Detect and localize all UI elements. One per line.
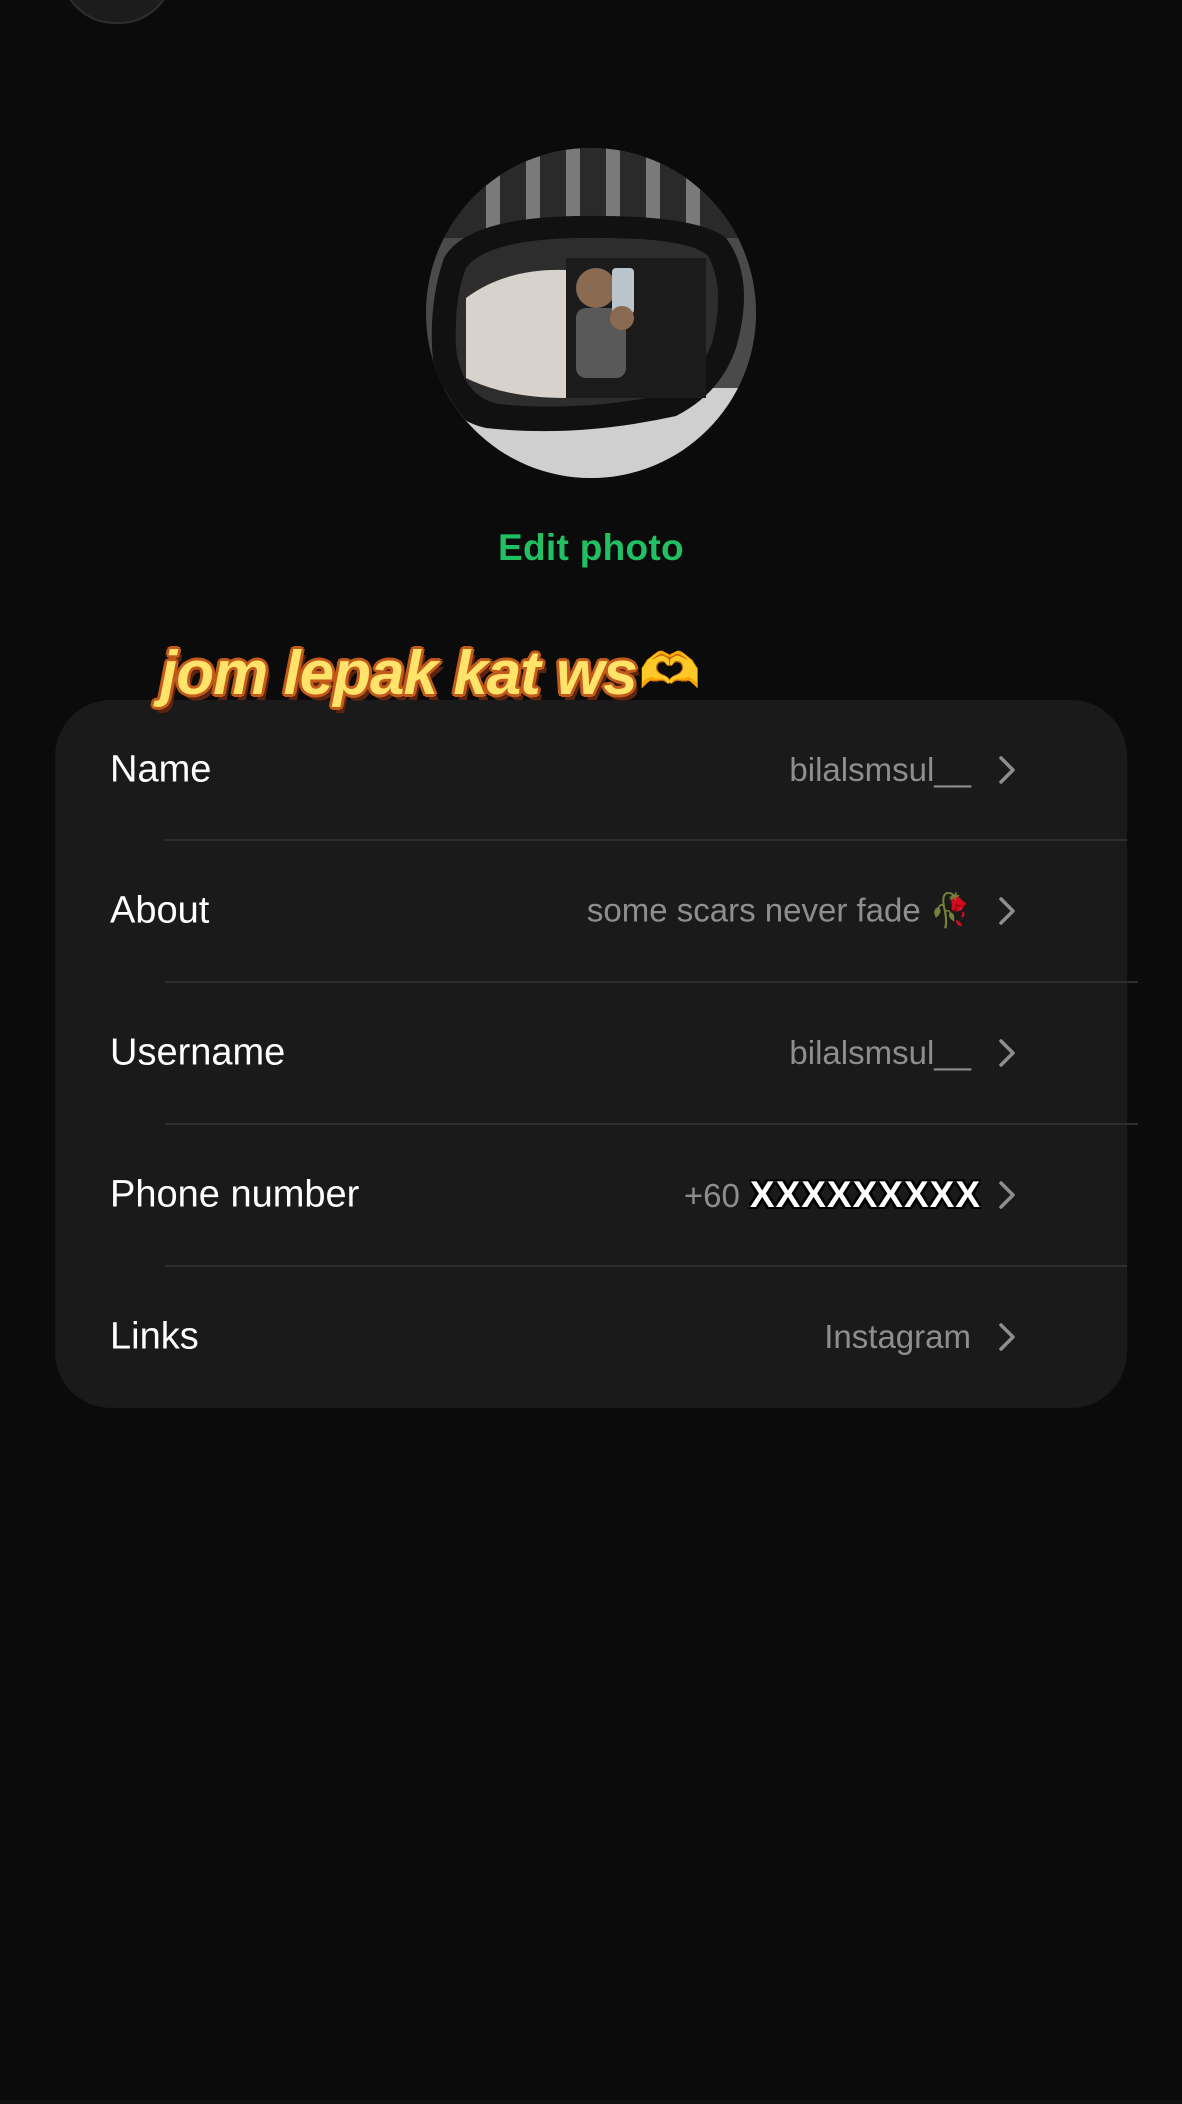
links-label: Links [110, 1315, 199, 1358]
edit-photo-link[interactable]: Edit photo [0, 527, 1182, 569]
home-indicator [0, 2100, 1182, 2104]
profile-info-card: Name bilalsmsul__ About some scars never… [55, 700, 1138, 1408]
sticker-text: jom lepak kat ws [160, 639, 638, 708]
phone-number-value: +60 XXXXXXXXX [684, 1174, 981, 1216]
phone-number-row[interactable]: Phone number +60 XXXXXXXXX [55, 1125, 1127, 1265]
about-value: some scars never fade 🥀 [586, 891, 971, 929]
chevron-right-icon [999, 756, 1015, 784]
sticker-overlay: jom lepak kat ws🫶 [160, 638, 701, 709]
heart-hands-emoji: 🫶 [638, 643, 701, 699]
name-label: Name [110, 748, 212, 791]
phone-number-label: Phone number [110, 1173, 360, 1216]
links-row[interactable]: Links Instagram [55, 1267, 1127, 1407]
username-value: bilalsmsul__ [789, 1034, 971, 1071]
about-row[interactable]: About some scars never fade 🥀 [55, 841, 1127, 981]
username-row[interactable]: Username bilalsmsul__ [55, 983, 1127, 1123]
profile-screen: Edit photo jom lepak kat ws🫶 Name bilals… [0, 0, 1182, 2104]
phone-redacted: XXXXXXXXX [749, 1174, 981, 1215]
name-value: bilalsmsul__ [789, 751, 971, 788]
profile-photo-image [426, 148, 756, 478]
chevron-right-icon [999, 897, 1015, 925]
chevron-right-icon [999, 1323, 1015, 1351]
name-row[interactable]: Name bilalsmsul__ [55, 700, 1127, 840]
back-button[interactable] [60, 0, 174, 24]
username-label: Username [110, 1031, 286, 1074]
about-label: About [110, 889, 210, 932]
chevron-right-icon [999, 1039, 1015, 1067]
chevron-right-icon [999, 1181, 1015, 1209]
links-value: Instagram [824, 1318, 971, 1355]
phone-country-code: +60 [683, 1177, 740, 1214]
profile-photo[interactable] [426, 148, 756, 478]
